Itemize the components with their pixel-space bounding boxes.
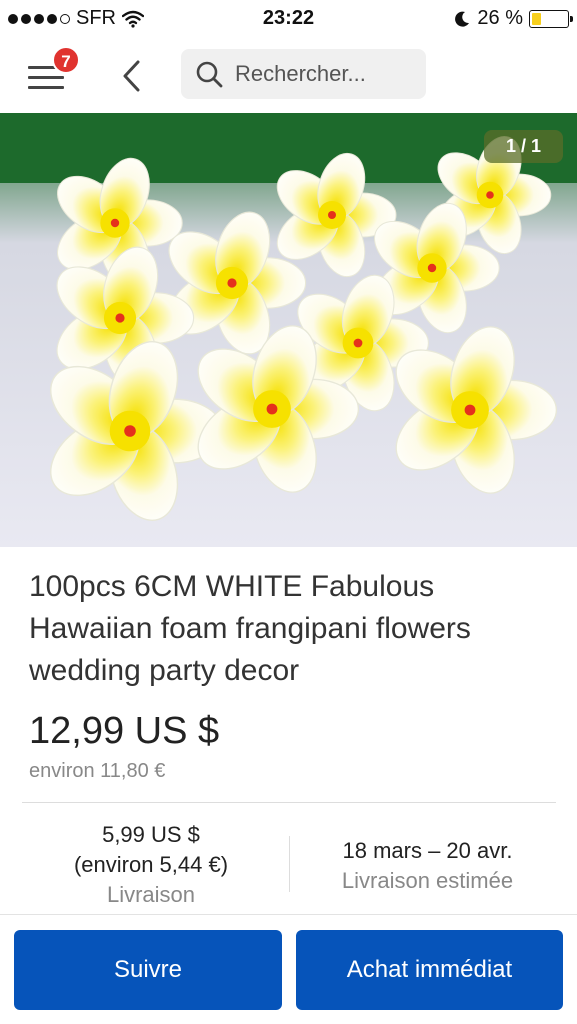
follow-button[interactable]: Suivre: [14, 930, 282, 1010]
image-counter: 1 / 1: [483, 130, 563, 163]
shipping-cost: 5,99 US $: [102, 822, 200, 847]
shipping-cost-section: 5,99 US $ (environ 5,44 €) Livraison: [40, 820, 262, 910]
footer-divider: [0, 914, 577, 915]
search-placeholder: Rechercher...: [235, 61, 366, 86]
product-photo: [0, 113, 577, 547]
app-header: 7 Rechercher...: [0, 38, 577, 113]
delivery-estimate-section: 18 mars – 20 avr. Livraison estimée: [300, 836, 555, 896]
chevron-left-icon: [123, 60, 140, 92]
search-input[interactable]: Rechercher...: [181, 49, 426, 99]
shipping-label: Livraison: [106, 882, 196, 907]
shipping-cost-converted: (environ 5,44 €): [73, 852, 229, 877]
delivery-dates: 18 mars – 20 avr.: [342, 838, 513, 863]
moon-icon: [455, 11, 470, 27]
notification-badge: 7: [52, 46, 80, 74]
listing-price: 12,99 US $: [29, 710, 220, 752]
listing-title: 100pcs 6CM WHITE Fabulous Hawaiian foam …: [29, 570, 471, 687]
status-right: 26 %: [453, 7, 573, 30]
shipping-separator: [289, 836, 290, 892]
product-image[interactable]: 1 / 1: [0, 113, 577, 547]
battery-icon: [529, 9, 573, 28]
divider: [22, 802, 556, 803]
back-button[interactable]: [118, 56, 146, 96]
battery-level-fill: [532, 12, 541, 25]
listing-price-converted: environ 11,80 €: [29, 760, 166, 782]
search-icon: [196, 61, 223, 88]
buy-now-button[interactable]: Achat immédiat: [296, 930, 563, 1010]
delivery-label: Livraison estimée: [341, 868, 514, 893]
battery-percent: 26 %: [477, 7, 523, 29]
status-bar: SFR 23:22 26 %: [0, 0, 577, 38]
